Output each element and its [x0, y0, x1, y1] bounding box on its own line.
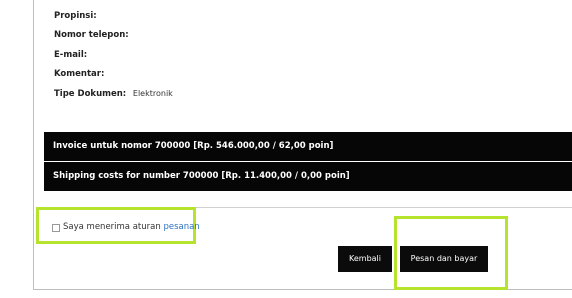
field-value: Elektronik — [132, 89, 173, 98]
terms-label: Saya menerima aturan pesanan — [63, 222, 200, 232]
field-label: Komentar: — [54, 69, 105, 79]
field-label: Nomor telepon: — [54, 30, 129, 40]
shipping-row: Shipping costs for number 700000 [Rp. 11… — [44, 162, 572, 191]
field-document-type: Tipe Dokumen: Elektronik — [54, 88, 173, 100]
field-email: E-mail: — [54, 49, 87, 61]
terms-link[interactable]: pesanan — [163, 222, 199, 232]
field-comment: Komentar: — [54, 68, 104, 80]
order-pay-button[interactable]: Pesan dan bayar — [400, 246, 488, 272]
invoice-row: Invoice untuk nomor 700000 [Rp. 546.000,… — [44, 132, 572, 161]
terms-checkbox[interactable] — [52, 224, 60, 232]
field-label: E-mail: — [54, 50, 88, 60]
field-phone: Nomor telepon: — [54, 29, 129, 41]
terms-text: Saya menerima aturan — [63, 222, 161, 232]
field-province: Propinsi: — [54, 10, 97, 22]
field-label: Propinsi: — [54, 11, 97, 21]
back-button[interactable]: Kembali — [338, 246, 392, 272]
field-label: Tipe Dokumen: — [54, 89, 127, 99]
